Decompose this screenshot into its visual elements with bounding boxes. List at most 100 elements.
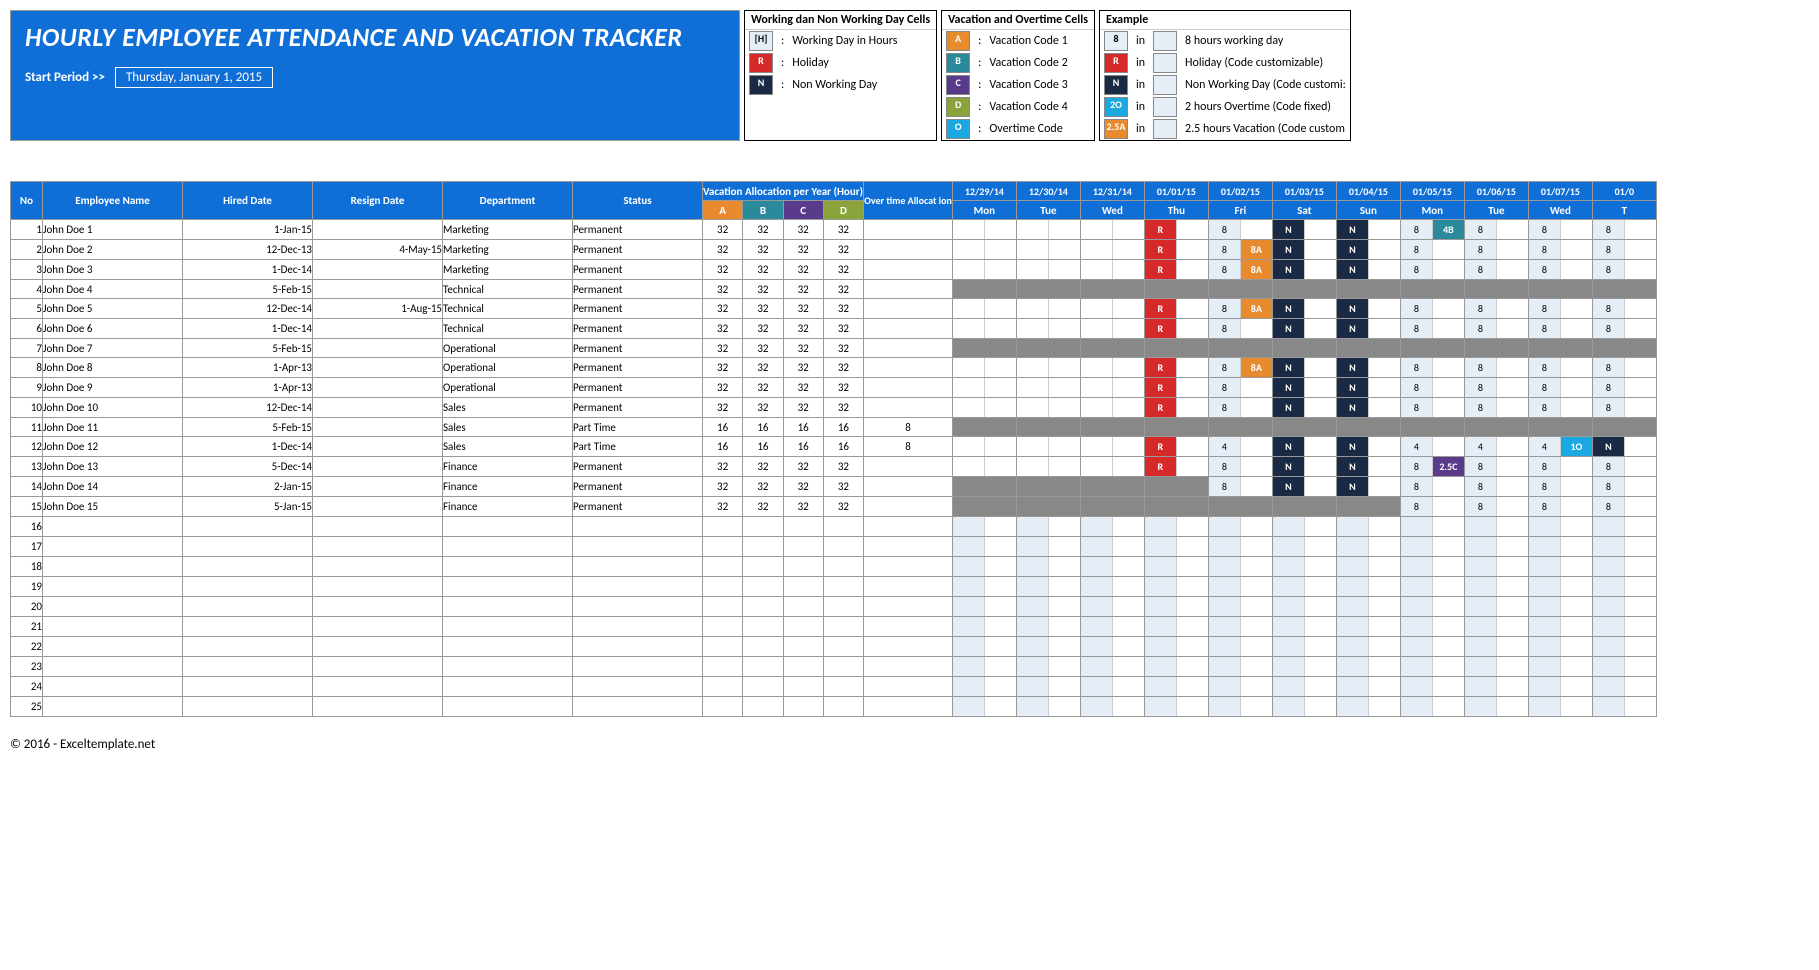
cell-cal[interactable]: R [1144, 398, 1208, 418]
cell-no[interactable]: 11 [11, 418, 43, 437]
cell-hired[interactable]: 1-Dec-14 [183, 437, 313, 457]
cell-cal[interactable]: 8 [1400, 260, 1464, 280]
cell-alloc[interactable]: 32 [703, 280, 743, 299]
employee-row[interactable]: 10John Doe 1012-Dec-14SalesPermanent3232… [11, 398, 1657, 418]
cell-cal-grey[interactable] [1400, 280, 1464, 299]
cell-cal[interactable]: N [1336, 220, 1400, 240]
cell-cal[interactable] [952, 240, 1016, 260]
cell-cal[interactable]: 8 [1400, 497, 1464, 517]
cell-alloc[interactable]: 32 [823, 358, 863, 378]
employee-row[interactable]: 9John Doe 91-Apr-13OperationalPermanent3… [11, 378, 1657, 398]
cell-cal[interactable] [952, 358, 1016, 378]
cell-cal-grey[interactable] [1016, 339, 1080, 358]
cell-hired[interactable]: 12-Dec-13 [183, 240, 313, 260]
cell-cal[interactable]: 8 [1528, 497, 1592, 517]
cell-name[interactable]: John Doe 2 [43, 240, 183, 260]
cell-no[interactable]: 3 [11, 260, 43, 280]
cell-cal-grey[interactable] [1464, 339, 1528, 358]
cell-cal-grey[interactable] [952, 280, 1016, 299]
cell-cal[interactable]: N [1272, 457, 1336, 477]
cell-cal[interactable]: 8 [1528, 240, 1592, 260]
cell-resign[interactable] [313, 220, 443, 240]
cell-cal[interactable]: 8 [1208, 398, 1272, 418]
cell-cal[interactable]: N [1336, 240, 1400, 260]
cell-cal[interactable]: 8 [1208, 319, 1272, 339]
cell-cal[interactable]: 8 [1464, 299, 1528, 319]
cell-cal[interactable]: 4 [1208, 437, 1272, 457]
cell-cal-grey[interactable] [1528, 280, 1592, 299]
cell-cal[interactable]: 8 [1592, 398, 1656, 418]
cell-resign[interactable] [313, 418, 443, 437]
cell-alloc[interactable]: 16 [703, 418, 743, 437]
cell-status[interactable]: Permanent [573, 319, 703, 339]
cell-resign[interactable] [313, 339, 443, 358]
cell-cal[interactable]: 8 [1592, 358, 1656, 378]
cell-resign[interactable] [313, 319, 443, 339]
cell-name[interactable]: John Doe 4 [43, 280, 183, 299]
empty-row[interactable]: 16 [11, 517, 1657, 537]
cell-cal[interactable]: 8 [1400, 240, 1464, 260]
cell-dept[interactable]: Finance [443, 457, 573, 477]
employee-row[interactable]: 8John Doe 81-Apr-13OperationalPermanent3… [11, 358, 1657, 378]
cell-cal[interactable] [1080, 299, 1144, 319]
cell-cal[interactable]: 8 [1528, 358, 1592, 378]
cell-cal-grey[interactable] [1016, 418, 1080, 437]
cell-cal[interactable] [1016, 358, 1080, 378]
cell-no[interactable]: 2 [11, 240, 43, 260]
empty-row[interactable]: 22 [11, 637, 1657, 657]
cell-cal[interactable]: N [1272, 398, 1336, 418]
cell-cal[interactable]: N [1272, 437, 1336, 457]
cell-cal[interactable]: R [1144, 240, 1208, 260]
cell-cal[interactable] [1080, 319, 1144, 339]
cell-hired[interactable]: 5-Dec-14 [183, 457, 313, 477]
cell-alloc[interactable]: 32 [703, 299, 743, 319]
cell-dept[interactable]: Finance [443, 497, 573, 517]
cell-cal[interactable]: 8 [1592, 477, 1656, 497]
cell-cal-grey[interactable] [1272, 418, 1336, 437]
cell-dept[interactable]: Sales [443, 418, 573, 437]
cell-cal[interactable] [952, 319, 1016, 339]
cell-cal[interactable]: 8 [1528, 260, 1592, 280]
cell-hired[interactable]: 5-Feb-15 [183, 280, 313, 299]
employee-row[interactable]: 6John Doe 61-Dec-14TechnicalPermanent323… [11, 319, 1657, 339]
cell-cal[interactable]: 8 [1528, 378, 1592, 398]
cell-cal-grey[interactable] [1144, 477, 1208, 497]
cell-cal-grey[interactable] [1080, 339, 1144, 358]
cell-cal[interactable] [1080, 240, 1144, 260]
cell-alloc[interactable]: 32 [783, 299, 823, 319]
cell-cal[interactable]: 8 [1592, 240, 1656, 260]
cell-ot[interactable] [864, 220, 953, 240]
cell-name[interactable]: John Doe 10 [43, 398, 183, 418]
cell-cal[interactable]: N [1272, 240, 1336, 260]
cell-alloc[interactable]: 32 [703, 339, 743, 358]
cell-cal-grey[interactable] [1144, 280, 1208, 299]
cell-resign[interactable]: 1-Aug-15 [313, 299, 443, 319]
cell-hired[interactable]: 12-Dec-14 [183, 299, 313, 319]
cell-cal-grey[interactable] [952, 339, 1016, 358]
cell-cal[interactable]: N [1336, 457, 1400, 477]
cell-cal[interactable] [1016, 457, 1080, 477]
cell-cal[interactable] [952, 437, 1016, 457]
cell-cal[interactable]: 8 [1464, 260, 1528, 280]
cell-cal[interactable]: R [1144, 457, 1208, 477]
empty-row[interactable]: 24 [11, 677, 1657, 697]
cell-cal[interactable] [1080, 260, 1144, 280]
cell-alloc[interactable]: 32 [703, 378, 743, 398]
cell-hired[interactable]: 5-Feb-15 [183, 339, 313, 358]
cell-ot[interactable]: 8 [864, 418, 953, 437]
cell-cal[interactable]: 8 [1400, 358, 1464, 378]
cell-alloc[interactable]: 16 [743, 418, 783, 437]
employee-row[interactable]: 1John Doe 11-Jan-15MarketingPermanent323… [11, 220, 1657, 240]
cell-cal[interactable]: 8 [1400, 378, 1464, 398]
cell-cal[interactable]: N [1336, 378, 1400, 398]
cell-cal[interactable]: R [1144, 319, 1208, 339]
cell-cal[interactable]: R [1144, 358, 1208, 378]
cell-resign[interactable] [313, 398, 443, 418]
cell-cal[interactable] [952, 220, 1016, 240]
cell-status[interactable]: Permanent [573, 220, 703, 240]
employee-row[interactable]: 14John Doe 142-Jan-15FinancePermanent323… [11, 477, 1657, 497]
cell-cal[interactable]: N [1272, 299, 1336, 319]
cell-cal[interactable]: 4 [1464, 437, 1528, 457]
cell-cal[interactable]: 8 [1208, 220, 1272, 240]
cell-cal[interactable] [1016, 240, 1080, 260]
